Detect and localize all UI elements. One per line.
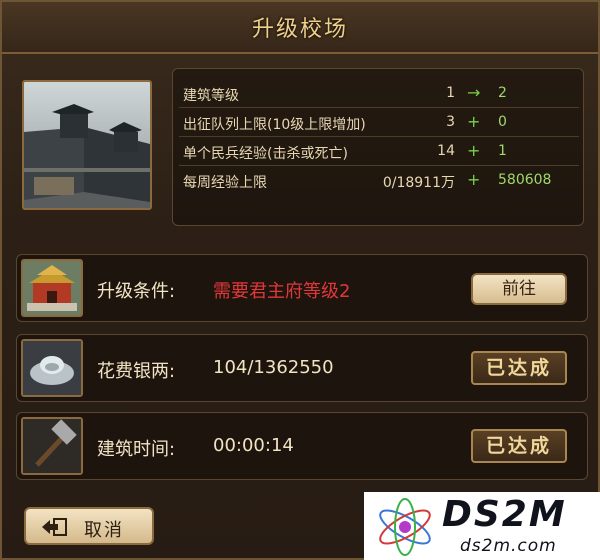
stat-next: 1 — [498, 143, 507, 159]
stat-row-building-level: 建筑等级 1 → 2 — [173, 79, 585, 107]
stat-current: 3 — [446, 114, 455, 130]
back-arrow-icon — [40, 517, 68, 541]
arrow-right-icon: → — [467, 83, 481, 102]
watermark: DS2M ds2m.com — [364, 492, 600, 560]
hammer-icon — [21, 417, 83, 475]
atom-logo-icon — [372, 496, 438, 560]
requirement-row-time: 建筑时间: 00:00:14 已达成 — [16, 412, 588, 480]
plus-icon: + — [467, 141, 481, 160]
stat-label: 出征队列上限(10级上限增加) — [183, 117, 366, 133]
stat-next: 0 — [498, 114, 507, 130]
panel-title: 升级校场 — [251, 17, 348, 42]
requirement-row-silver: 花费银两: 104/1362550 已达成 — [16, 334, 588, 402]
stat-next: 2 — [498, 85, 507, 101]
cancel-button[interactable]: 取消 — [24, 507, 154, 545]
silver-ingot-icon — [21, 339, 83, 397]
achieved-badge: 已达成 — [471, 351, 567, 385]
cancel-label: 取消 — [84, 520, 124, 541]
watermark-url: ds2m.com — [460, 536, 557, 556]
palace-icon — [21, 259, 83, 317]
watermark-brand: DS2M — [442, 494, 567, 535]
upgrade-panel: 升级校场 建筑等级 1 → 2 出征队列上限(10级上限增加) 3 + 0 单个… — [0, 0, 600, 560]
requirement-row-condition: 升级条件: 需要君主府等级2 前往 — [16, 254, 588, 322]
stat-row-march-queue: 出征队列上限(10级上限增加) 3 + 0 — [173, 108, 585, 136]
requirement-label: 建筑时间: — [97, 439, 176, 460]
achieved-badge: 已达成 — [471, 429, 567, 463]
stat-current: 14 — [437, 143, 455, 159]
stat-row-militia-exp: 单个民兵经验(击杀或死亡) 14 + 1 — [173, 137, 585, 165]
stat-current: 1 — [446, 85, 455, 101]
go-button[interactable]: 前往 — [471, 273, 567, 305]
requirement-value: 104/1362550 — [213, 357, 334, 378]
title-bar: 升级校场 — [2, 2, 598, 54]
requirement-value: 需要君主府等级2 — [213, 281, 351, 302]
requirement-label: 升级条件: — [97, 281, 176, 302]
stat-row-weekly-exp-cap: 每周经验上限 0/18911万 + 580608 — [173, 166, 585, 194]
stat-label: 建筑等级 — [183, 88, 239, 104]
requirement-value: 00:00:14 — [213, 435, 294, 456]
plus-icon: + — [467, 170, 481, 189]
building-image — [22, 80, 152, 210]
plus-icon: + — [467, 112, 481, 131]
stat-current: 0/18911万 — [382, 175, 455, 191]
stats-table: 建筑等级 1 → 2 出征队列上限(10级上限增加) 3 + 0 单个民兵经验(… — [172, 68, 584, 226]
stat-next: 580608 — [498, 172, 552, 188]
stat-label: 每周经验上限 — [183, 175, 267, 191]
requirement-label: 花费银两: — [97, 361, 176, 382]
stat-label: 单个民兵经验(击杀或死亡) — [183, 146, 348, 162]
